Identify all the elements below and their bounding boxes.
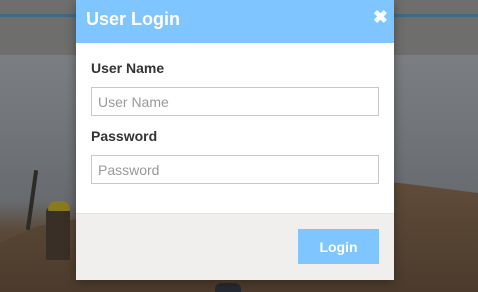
modal-body: User Name Password xyxy=(76,43,394,214)
password-label: Password xyxy=(91,128,158,144)
login-modal: User Login ✖ User Name Password Login xyxy=(76,0,394,280)
modal-header: User Login ✖ xyxy=(76,0,394,43)
login-button[interactable]: Login xyxy=(298,229,379,264)
photo-worker xyxy=(46,205,70,260)
modal-title: User Login xyxy=(86,9,181,29)
close-icon[interactable]: ✖ xyxy=(373,8,388,26)
photo-pole xyxy=(25,170,39,230)
username-input[interactable] xyxy=(91,87,379,116)
page-background: User Login ✖ User Name Password Login xyxy=(0,0,478,292)
password-input[interactable] xyxy=(91,155,379,184)
modal-footer: Login xyxy=(76,213,394,280)
photo-figure xyxy=(215,283,241,292)
username-label: User Name xyxy=(91,60,165,76)
photo-helmet xyxy=(48,201,70,211)
